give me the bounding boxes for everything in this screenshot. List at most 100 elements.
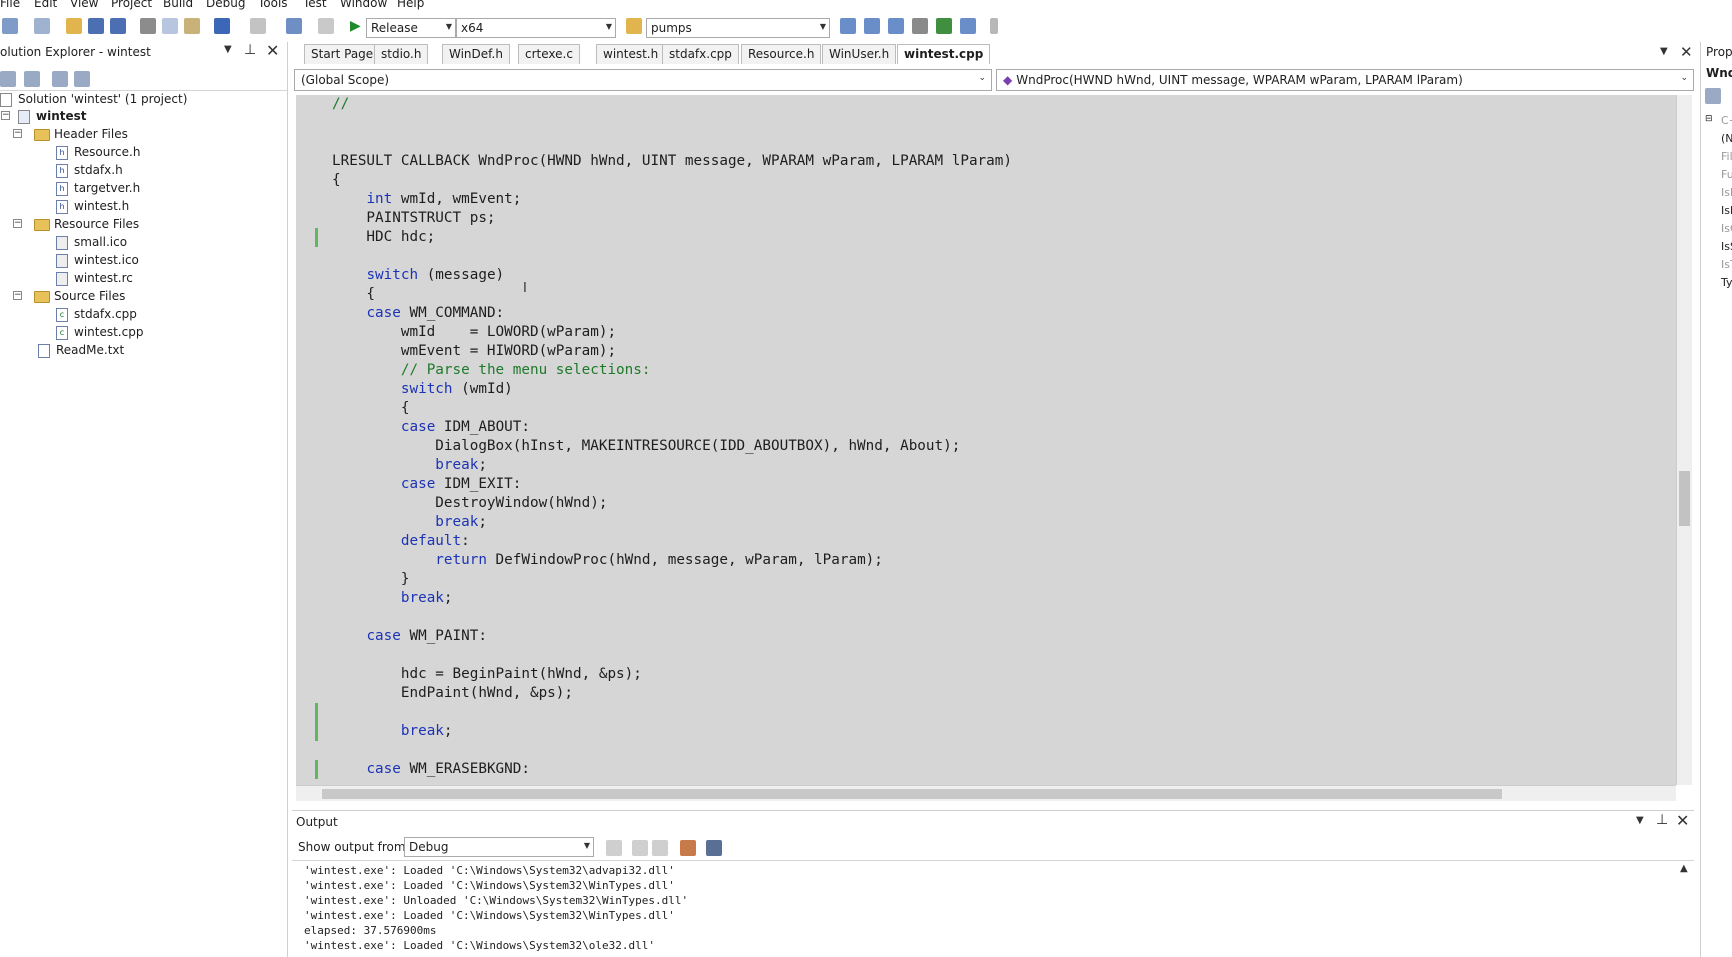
output-text[interactable]: 'wintest.exe': Loaded 'C:\Windows\System…: [304, 863, 688, 953]
code-editor[interactable]: // LRESULT CALLBACK WndProc(HWND hWnd, U…: [296, 95, 1676, 785]
class-view-icon[interactable]: [74, 71, 90, 87]
start-page-icon[interactable]: [936, 18, 952, 34]
collapse-icon[interactable]: −: [13, 219, 22, 228]
scrollbar-thumb[interactable]: [322, 789, 1502, 799]
file-node[interactable]: small.ico: [56, 233, 127, 251]
file-node[interactable]: h wintest.h: [56, 197, 129, 215]
tab-resource-h[interactable]: Resource.h: [741, 44, 822, 64]
add-item-icon[interactable]: [34, 18, 50, 34]
folder-node[interactable]: Source Files: [34, 287, 125, 305]
property-row[interactable]: Fu: [1721, 168, 1732, 181]
start-debugging-icon[interactable]: ▶: [350, 18, 366, 34]
window-position-icon[interactable]: ▼: [224, 44, 232, 55]
editor-horizontal-scrollbar[interactable]: [296, 785, 1676, 801]
find-message-icon[interactable]: [606, 840, 622, 856]
tab-wintest-cpp[interactable]: wintest.cpp: [897, 44, 991, 64]
scrollbar-thumb[interactable]: [1679, 471, 1690, 526]
solution-explorer-icon[interactable]: [840, 18, 856, 34]
active-files-dropdown-icon[interactable]: ▼: [1660, 46, 1668, 57]
pin-icon[interactable]: ⊥: [1656, 812, 1668, 828]
solution-configuration-dropdown[interactable]: Release ▼: [366, 18, 456, 38]
solution-platform-dropdown[interactable]: x64 ▼: [456, 18, 616, 38]
folder-node[interactable]: Resource Files: [34, 215, 139, 233]
file-node[interactable]: wintest.rc: [56, 269, 133, 287]
file-node[interactable]: c stdafx.cpp: [56, 305, 137, 323]
save-icon[interactable]: [88, 18, 104, 34]
next-message-icon[interactable]: [652, 840, 668, 856]
toolbox-icon[interactable]: [912, 18, 928, 34]
project-node[interactable]: wintest: [18, 107, 87, 125]
close-icon[interactable]: ✕: [266, 41, 279, 60]
object-browser-icon[interactable]: [888, 18, 904, 34]
tab-winuser-h[interactable]: WinUser.h: [822, 44, 897, 64]
property-row[interactable]: IsS: [1721, 240, 1732, 253]
folder-node[interactable]: Header Files: [34, 125, 128, 143]
properties-icon[interactable]: [0, 71, 16, 87]
collapse-icon[interactable]: −: [1, 111, 10, 120]
show-all-files-icon[interactable]: [24, 71, 40, 87]
editor-vertical-scrollbar[interactable]: [1676, 95, 1692, 785]
previous-message-icon[interactable]: [632, 840, 648, 856]
redo-icon[interactable]: [250, 18, 266, 34]
copy-icon[interactable]: [162, 18, 178, 34]
menu-build[interactable]: Build: [163, 0, 193, 10]
menu-debug[interactable]: Debug: [206, 0, 245, 10]
file-node[interactable]: h targetver.h: [56, 179, 140, 197]
file-node[interactable]: h Resource.h: [56, 143, 140, 161]
clear-all-icon[interactable]: [680, 840, 696, 856]
property-row[interactable]: C+: [1721, 114, 1732, 127]
undo-icon[interactable]: [214, 18, 230, 34]
navigate-forward-icon[interactable]: [318, 18, 334, 34]
menu-test[interactable]: Test: [303, 0, 327, 10]
menu-file[interactable]: File: [0, 0, 20, 10]
property-row[interactable]: Isl: [1721, 186, 1732, 199]
close-icon[interactable]: ✕: [1676, 811, 1689, 830]
tab-windef-h[interactable]: WinDef.h: [442, 44, 510, 64]
scope-dropdown[interactable]: (Global Scope) ⌄: [294, 69, 992, 91]
file-node[interactable]: wintest.ico: [56, 251, 139, 269]
toolbar-overflow-icon[interactable]: [990, 18, 998, 34]
menu-view[interactable]: View: [70, 0, 98, 10]
new-project-icon[interactable]: [2, 18, 18, 34]
file-node[interactable]: h stdafx.h: [56, 161, 123, 179]
menu-window[interactable]: Window: [340, 0, 387, 10]
menu-project[interactable]: Project: [111, 0, 152, 10]
menu-edit[interactable]: Edit: [34, 0, 57, 10]
find-combo[interactable]: pumps ▼: [646, 18, 830, 38]
output-source-dropdown[interactable]: Debug ▼: [404, 837, 594, 857]
file-node[interactable]: ReadMe.txt: [38, 341, 124, 359]
tab-crtexe-c[interactable]: crtexe.c: [518, 44, 580, 64]
collapse-icon[interactable]: −: [13, 291, 22, 300]
cut-icon[interactable]: [140, 18, 156, 34]
categorized-icon[interactable]: [1705, 88, 1721, 104]
menu-help[interactable]: Help: [397, 0, 424, 10]
tab-start-page[interactable]: Start Page: [304, 44, 381, 64]
save-all-icon[interactable]: [110, 18, 126, 34]
property-row[interactable]: Ty: [1721, 276, 1732, 289]
property-row[interactable]: Fil: [1721, 150, 1732, 163]
tab-stdio-h[interactable]: stdio.h: [374, 44, 429, 64]
solution-node[interactable]: Solution 'wintest' (1 project): [0, 90, 187, 108]
scroll-up-icon[interactable]: ▲: [1680, 863, 1688, 874]
collapse-icon[interactable]: ⊟: [1705, 114, 1713, 124]
property-row[interactable]: IsC: [1721, 222, 1732, 235]
open-file-icon[interactable]: [66, 18, 82, 34]
word-wrap-icon[interactable]: [706, 840, 722, 856]
navigate-backward-icon[interactable]: [286, 18, 302, 34]
tab-wintest-h[interactable]: wintest.h: [596, 44, 666, 64]
file-node[interactable]: c wintest.cpp: [56, 323, 143, 341]
other-windows-icon[interactable]: [960, 18, 976, 34]
close-document-icon[interactable]: ✕: [1680, 43, 1693, 61]
refresh-icon[interactable]: [52, 71, 68, 87]
property-row[interactable]: (N: [1721, 132, 1732, 145]
property-row[interactable]: IsT: [1721, 258, 1732, 271]
pin-icon[interactable]: ⊥: [244, 42, 256, 58]
code-text[interactable]: // LRESULT CALLBACK WndProc(HWND hWnd, U…: [332, 95, 1012, 779]
member-dropdown[interactable]: ◆ WndProc(HWND hWnd, UINT message, WPARAM…: [996, 69, 1694, 91]
properties-window-icon[interactable]: [864, 18, 880, 34]
property-row[interactable]: Isl: [1721, 204, 1732, 217]
menu-tools[interactable]: Tools: [258, 0, 288, 10]
collapse-icon[interactable]: −: [13, 129, 22, 138]
find-in-files-icon[interactable]: [626, 18, 642, 34]
paste-icon[interactable]: [184, 18, 200, 34]
